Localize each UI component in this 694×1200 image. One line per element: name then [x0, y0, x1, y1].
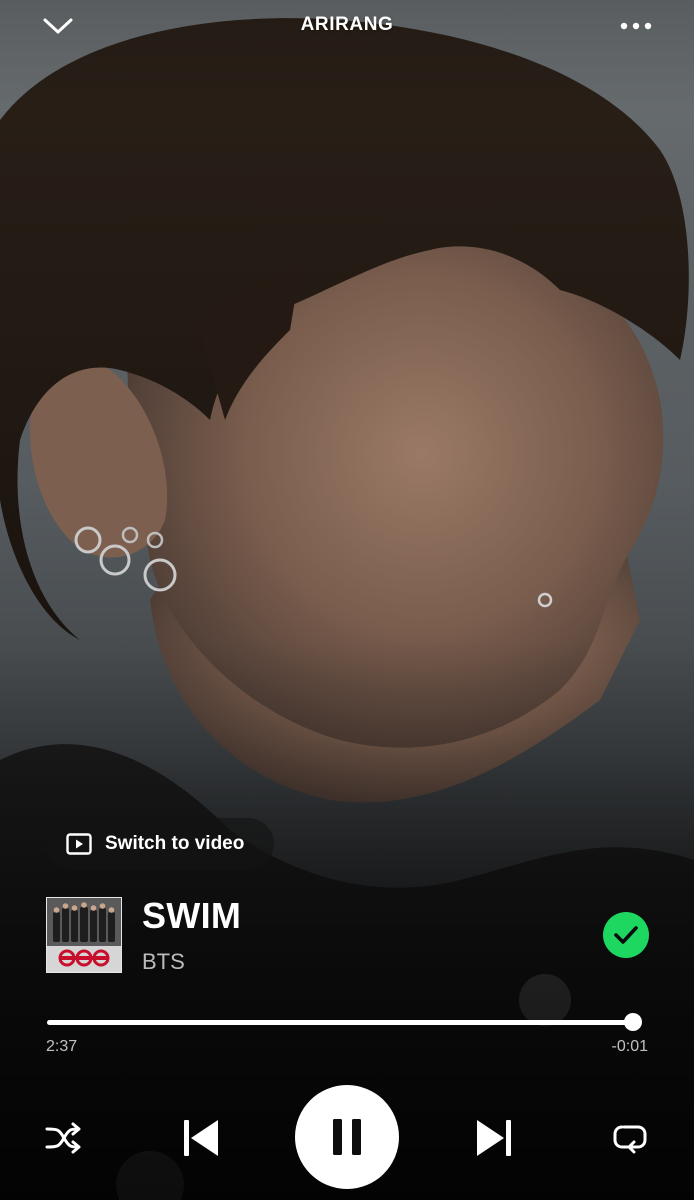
pause-icon — [333, 1119, 361, 1155]
shuffle-icon — [45, 1122, 81, 1154]
progress-fill — [47, 1020, 634, 1025]
saved-to-library-button[interactable] — [603, 912, 649, 958]
previous-track-button[interactable] — [176, 1112, 224, 1164]
playback-progress-bar[interactable] — [47, 1012, 643, 1032]
next-track-button[interactable] — [471, 1112, 519, 1164]
remaining-time: -0:01 — [611, 1038, 648, 1055]
track-title[interactable]: SWIM — [142, 895, 241, 937]
more-options-icon — [620, 22, 652, 30]
play-pause-button[interactable] — [295, 1085, 399, 1189]
repeat-icon — [613, 1125, 647, 1154]
album-cover-art — [47, 898, 121, 972]
switch-to-video-label: Switch to video — [105, 833, 245, 854]
track-artist[interactable]: BTS — [142, 949, 185, 975]
video-play-icon — [66, 833, 92, 855]
skip-next-icon — [477, 1120, 511, 1156]
elapsed-time: 2:37 — [46, 1038, 78, 1055]
now-playing-screen: ARIRANG Switch to video SWIM BTS 2:37 -0… — [0, 0, 694, 1200]
more-options-button[interactable] — [614, 8, 658, 44]
album-cover-thumbnail[interactable] — [46, 897, 122, 973]
repeat-button[interactable] — [606, 1116, 654, 1160]
shuffle-button[interactable] — [40, 1116, 88, 1160]
playing-from-title: ARIRANG — [300, 14, 394, 35]
player-header: ARIRANG — [0, 0, 694, 54]
checkmark-icon — [614, 926, 638, 944]
skip-previous-icon — [184, 1120, 218, 1156]
switch-to-video-button[interactable]: Switch to video — [46, 818, 274, 870]
